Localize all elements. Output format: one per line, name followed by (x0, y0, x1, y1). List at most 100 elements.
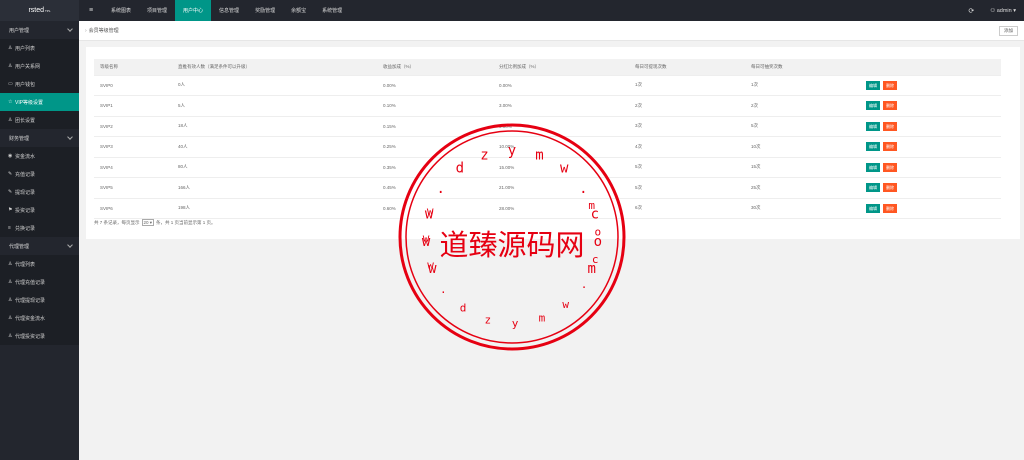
watermark-url-char: m (539, 312, 546, 325)
table-row: SVIP1 5人 0.10% 3.00% 2次 2次 编辑 删除 (94, 95, 1001, 117)
table-cell: 1次 (629, 75, 745, 96)
table-cell: 40人 (172, 136, 377, 158)
flag-icon: ⚑ (8, 207, 13, 213)
sidebar-item[interactable]: ♙ 代理充值记录 (0, 273, 79, 291)
table-row: SVIP6 198人 0.60% 28.00% 6次 30次 编辑 删除 (94, 198, 1001, 219)
sidebar-item-label: 代理提现记录 (15, 297, 46, 304)
sidebar-item[interactable]: ✎ 提现记录 (0, 183, 79, 201)
table-cell: SVIP4 (94, 157, 172, 178)
sidebar-item[interactable]: ♙ 用户列表 (0, 39, 79, 57)
sidebar-item[interactable]: ⚑ 投资记录 (0, 201, 79, 219)
row-actions: 编辑 删除 (860, 157, 1001, 178)
table-cell: 2次 (745, 95, 860, 117)
table-cell: 10.00% (493, 136, 629, 158)
top-right-area: ⟳ ⚇ admin ▾ (968, 0, 1016, 21)
add-button[interactable]: 添加 (999, 26, 1018, 36)
delete-button[interactable]: 删除 (883, 101, 897, 111)
person-icon: ♙ (8, 261, 13, 267)
person-icon: ♙ (8, 117, 13, 123)
page-title: 会员等级管理 (88, 28, 119, 34)
pager-prefix: 共 7 条记录，每页显示 (94, 219, 140, 225)
coin-icon: ◉ (8, 153, 13, 159)
sidebar-item-label: VIP等级设置 (15, 99, 44, 106)
top-nav-item[interactable]: 用户中心 (175, 0, 212, 21)
delete-button[interactable]: 删除 (883, 203, 897, 213)
sidebar-item[interactable]: ◉ 资金流水 (0, 147, 79, 165)
table-cell: 6次 (629, 198, 745, 219)
content-card: 等级名称 直推有效人数（满足条件可以升级） 收益加成（%） 分红比例加成（%） 每日可提… (86, 47, 1020, 239)
edit-button[interactable]: 编辑 (866, 80, 880, 90)
chevron-down-icon (67, 26, 73, 32)
page-size-select[interactable]: 20 ▾ (141, 219, 155, 226)
delete-button[interactable]: 删除 (883, 142, 897, 152)
sidebar-menu: 用户管理 ♙ 用户列表 ♙ 用户关系网 ▭ 用户钱包 ☆ VIP等级设置 ♙ 团长设置 财务管理 ◉ 资金… (0, 21, 79, 345)
delete-button[interactable]: 删除 (883, 162, 897, 172)
sidebar-item[interactable]: ♙ 代理提现记录 (0, 291, 79, 309)
sidebar-group-1[interactable]: 财务管理 (0, 129, 79, 147)
edit-button[interactable]: 编辑 (866, 142, 880, 152)
table-cell: 0.35% (377, 157, 493, 178)
menu-toggle-icon[interactable]: ≡ (79, 7, 103, 14)
watermark-url-char: c (592, 253, 599, 266)
watermark-url-char: . (581, 278, 588, 291)
edit-button[interactable]: 编辑 (866, 162, 880, 172)
chevron-right-icon: › (85, 27, 87, 34)
watermark-url-char: . (440, 283, 447, 296)
sidebar-item[interactable]: ≡ 兑换记录 (0, 219, 79, 237)
person-icon: ♙ (8, 279, 13, 285)
column-header (860, 59, 1001, 76)
row-actions: 编辑 删除 (860, 198, 1001, 219)
top-nav-item[interactable]: 奖励管理 (247, 0, 283, 21)
person-icon: ♙ (8, 297, 13, 303)
top-nav-item[interactable]: 信息管理 (211, 0, 247, 21)
delete-button[interactable]: 删除 (883, 121, 897, 131)
edit-button[interactable]: 编辑 (866, 121, 880, 131)
sidebar-item[interactable]: ▭ 用户钱包 (0, 75, 79, 93)
sidebar-item[interactable]: ♙ 代理列表 (0, 255, 79, 273)
column-header: 直推有效人数（满足条件可以升级） (172, 59, 377, 76)
delete-button[interactable]: 删除 (883, 80, 897, 90)
table-row: SVIP3 40人 0.25% 10.00% 4次 10次 编辑 删除 (94, 136, 1001, 158)
table-cell: 0人 (172, 75, 377, 96)
chevron-down-icon[interactable]: ▾ (1013, 8, 1016, 14)
table-cell: 2次 (629, 95, 745, 117)
sidebar-item-label: 代理投资记录 (15, 333, 46, 340)
table-cell: 15次 (745, 157, 860, 178)
table-cell: SVIP3 (94, 136, 172, 158)
column-header: 每日可提现次数 (629, 59, 745, 76)
table-cell: 1次 (745, 75, 860, 96)
user-icon: ⚇ (990, 7, 996, 14)
sidebar-item[interactable]: ♙ 代理投资记录 (0, 327, 79, 345)
sidebar-item-label: 团长设置 (15, 117, 36, 124)
app-logo[interactable]: rsted TPL (0, 0, 79, 21)
sidebar-group-2[interactable]: 代理管理 (0, 237, 79, 255)
top-nav-item[interactable]: 项目管理 (139, 0, 175, 21)
top-nav-item[interactable]: 余额宝 (283, 0, 314, 21)
table-cell: 0.45% (377, 177, 493, 199)
refresh-icon[interactable]: ⟳ (968, 7, 974, 15)
watermark-url-char: w (428, 261, 437, 277)
edit-button[interactable]: 编辑 (866, 183, 880, 193)
sidebar-item[interactable]: ✎ 充值记录 (0, 165, 79, 183)
top-nav-item[interactable]: 系统管理 (314, 0, 350, 21)
person-icon: ♙ (8, 63, 13, 69)
edit-button[interactable]: 编辑 (866, 101, 880, 111)
sidebar-item[interactable]: ♙ 团长设置 (0, 111, 79, 129)
table-row: SVIP0 0人 0.00% 0.00% 1次 1次 编辑 删除 (94, 75, 1001, 96)
sidebar-item[interactable]: ♙ 代理资金流水 (0, 309, 79, 327)
pager-suffix: 条，共 1 页当前显示第 1 页。 (156, 219, 216, 225)
user-name[interactable]: admin (997, 8, 1012, 14)
edit-button[interactable]: 编辑 (866, 203, 880, 213)
delete-button[interactable]: 删除 (883, 183, 897, 193)
sidebar-group-0[interactable]: 用户管理 (0, 21, 79, 39)
table-cell: 15.00% (493, 157, 629, 178)
sidebar-item[interactable]: ☆ VIP等级设置 (0, 93, 79, 111)
pagination: 共 7 条记录，每页显示 20 ▾ 条，共 1 页当前显示第 1 页。 (94, 219, 216, 226)
sidebar-item[interactable]: ♙ 用户关系网 (0, 57, 79, 75)
top-nav: ≡ 系统图表 项目管理 用户中心 信息管理 奖励管理 余额宝 系统管理 ⟳ ⚇ admin … (79, 0, 1024, 21)
person-icon: ♙ (8, 333, 13, 339)
table-cell: 0.10% (377, 95, 493, 117)
table-cell: SVIP0 (94, 75, 172, 96)
sidebar-item-label: 用户关系网 (15, 63, 41, 70)
top-nav-item[interactable]: 系统图表 (103, 0, 139, 21)
